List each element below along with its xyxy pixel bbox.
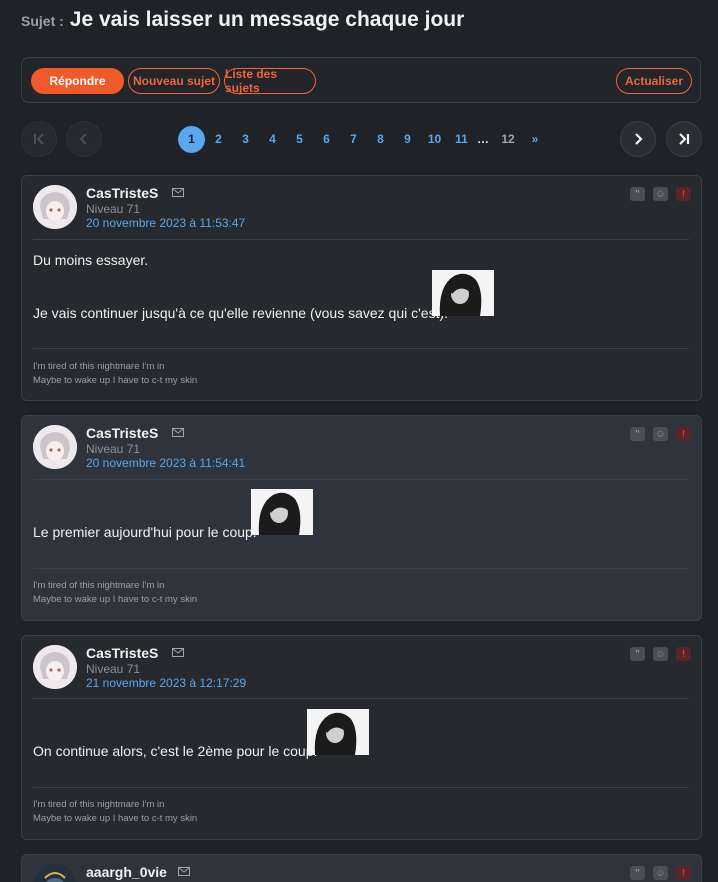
report-icon[interactable]: !: [676, 647, 691, 661]
post-author[interactable]: CasTristeS: [86, 645, 158, 661]
post-signature: I'm tired of this nightmare I'm in Maybe…: [33, 579, 197, 607]
page-link[interactable]: 4: [259, 132, 286, 146]
post-text: Je vais continuer jusqu'à ce qu'elle rev…: [33, 305, 449, 321]
topic-list-button[interactable]: Liste des sujets: [224, 67, 316, 95]
prev-page-button[interactable]: [66, 121, 102, 157]
sticker-image: [432, 270, 494, 316]
post-text: Du moins essayer.: [33, 252, 149, 268]
page-link-last[interactable]: 12: [491, 132, 525, 146]
post-text: On continue alors, c'est le 2ème pour le…: [33, 743, 318, 759]
avatar[interactable]: [33, 645, 77, 689]
post-level: Niveau 71: [86, 442, 141, 456]
forum-post: aaargh_0vie " ☺ !: [21, 854, 702, 882]
last-page-icon: [679, 133, 690, 145]
next-page-button[interactable]: [620, 121, 656, 157]
page-link[interactable]: 10: [421, 132, 448, 146]
page-link[interactable]: 9: [394, 132, 421, 146]
quote-icon[interactable]: ": [630, 647, 645, 661]
post-signature: I'm tired of this nightmare I'm in Maybe…: [33, 360, 197, 388]
post-text: Le premier aujourd'hui pour le coup.: [33, 524, 257, 540]
post-level: Niveau 71: [86, 662, 141, 676]
page-link[interactable]: 5: [286, 132, 313, 146]
post-divider: [33, 698, 689, 699]
signature-line: I'm tired of this nightmare I'm in: [33, 799, 165, 810]
sticker-image: [307, 709, 369, 755]
post-level: Niveau 71: [86, 202, 141, 216]
last-page-button[interactable]: [666, 121, 702, 157]
report-icon[interactable]: !: [676, 427, 691, 441]
mp-icon[interactable]: ☺: [653, 647, 668, 661]
first-page-button[interactable]: [21, 121, 57, 157]
page-next-link[interactable]: »: [525, 132, 545, 146]
report-icon[interactable]: !: [676, 187, 691, 201]
page-link[interactable]: 1: [178, 125, 205, 153]
pagination: 1 2 3 4 5 6 7 8 9 10 11 … 12 »: [21, 121, 702, 157]
post-divider: [33, 239, 689, 240]
topic-prefix: Sujet :: [21, 13, 64, 29]
first-page-icon: [34, 133, 44, 145]
mail-icon[interactable]: [178, 867, 190, 876]
signature-line: Maybe to wake up I have to c-t my skin: [33, 813, 198, 824]
post-signature: I'm tired of this nightmare I'm in Maybe…: [33, 798, 197, 826]
post-author[interactable]: aaargh_0vie: [86, 864, 167, 880]
post-actions: " ☺ !: [630, 647, 691, 661]
page-link[interactable]: 7: [340, 132, 367, 146]
post-date[interactable]: 20 novembre 2023 à 11:54:41: [86, 456, 245, 470]
signature-divider: [33, 787, 689, 788]
mp-icon[interactable]: ☺: [653, 427, 668, 441]
signature-divider: [33, 348, 689, 349]
signature-divider: [33, 568, 689, 569]
page-link[interactable]: 6: [313, 132, 340, 146]
signature-line: I'm tired of this nightmare I'm in: [33, 580, 165, 591]
mail-icon[interactable]: [172, 188, 184, 197]
report-icon[interactable]: !: [676, 866, 691, 880]
post-date[interactable]: 20 novembre 2023 à 11:53:47: [86, 216, 245, 230]
quote-icon[interactable]: ": [630, 427, 645, 441]
post-date[interactable]: 21 novembre 2023 à 12:17:29: [86, 676, 246, 690]
topic-toolbar: Répondre Nouveau sujet Liste des sujets …: [21, 57, 701, 103]
forum-post: CasTristeS Niveau 71 20 novembre 2023 à …: [21, 175, 702, 401]
forum-post: CasTristeS Niveau 71 20 novembre 2023 à …: [21, 415, 702, 621]
signature-line: Maybe to wake up I have to c-t my skin: [33, 594, 198, 605]
topic-header: Sujet : Je vais laisser un message chaqu…: [21, 8, 464, 32]
signature-line: I'm tired of this nightmare I'm in: [33, 361, 165, 372]
post-actions: " ☺ !: [630, 427, 691, 441]
mp-icon[interactable]: ☺: [653, 187, 668, 201]
quote-icon[interactable]: ": [630, 187, 645, 201]
new-topic-button[interactable]: Nouveau sujet: [128, 68, 220, 94]
page-link[interactable]: 11: [448, 132, 475, 146]
page-link[interactable]: 3: [232, 132, 259, 146]
avatar[interactable]: [33, 864, 77, 882]
topic-title: Je vais laisser un message chaque jour: [69, 8, 465, 31]
page-link[interactable]: 8: [367, 132, 394, 146]
post-divider: [33, 479, 689, 480]
reply-button[interactable]: Répondre: [31, 68, 124, 94]
page-ellipsis: …: [477, 132, 489, 146]
mail-icon[interactable]: [172, 428, 184, 437]
refresh-button[interactable]: Actualiser: [616, 68, 692, 94]
prev-page-icon: [79, 133, 87, 145]
sticker-image: [251, 489, 313, 535]
next-page-icon: [635, 133, 643, 145]
page-list: 1 2 3 4 5 6 7 8 9 10 11 … 12 »: [178, 125, 545, 153]
page-link[interactable]: 2: [205, 132, 232, 146]
mail-icon[interactable]: [172, 648, 184, 657]
quote-icon[interactable]: ": [630, 866, 645, 880]
mp-icon[interactable]: ☺: [653, 866, 668, 880]
post-actions: " ☺ !: [630, 866, 691, 880]
signature-line: Maybe to wake up I have to c-t my skin: [33, 375, 198, 386]
post-author[interactable]: CasTristeS: [86, 185, 158, 201]
post-actions: " ☺ !: [630, 187, 691, 201]
avatar[interactable]: [33, 425, 77, 469]
forum-post: CasTristeS Niveau 71 21 novembre 2023 à …: [21, 635, 702, 840]
post-author[interactable]: CasTristeS: [86, 425, 158, 441]
avatar[interactable]: [33, 185, 77, 229]
